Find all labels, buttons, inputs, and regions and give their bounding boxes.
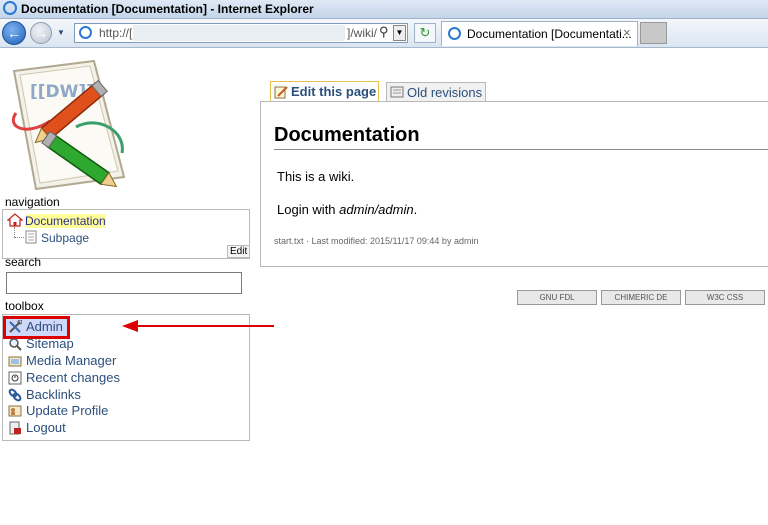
logout-icon [9, 421, 21, 434]
dokuwiki-logo[interactable]: [[DW]] [6, 57, 142, 191]
login-suffix: . [413, 202, 418, 217]
tree-line [14, 227, 16, 237]
title-divider [274, 149, 768, 150]
tab-page-icon [448, 27, 461, 40]
badge-license[interactable]: GNU FDL [517, 290, 597, 305]
nav-item-label: Documentation [25, 214, 106, 228]
page-icon [25, 230, 37, 244]
page-icon [79, 26, 92, 39]
search-heading: search [5, 255, 42, 269]
tool-recent-changes[interactable]: Recent changes [8, 370, 120, 385]
navigation-panel: Documentation Subpage Edit [2, 209, 251, 259]
nav-item-subpage[interactable]: Subpage [25, 230, 89, 245]
tool-label: Admin [26, 319, 63, 334]
tab-title: Documentation [Documentati... [467, 27, 632, 41]
address-bar[interactable]: http://[ ]/wiki/ ⚲ ▼ [74, 23, 408, 43]
login-credentials: admin/admin [339, 202, 414, 217]
toolbox-heading: toolbox [5, 299, 44, 313]
tab-old-revisions[interactable]: Old revisions [386, 82, 486, 102]
tool-logout[interactable]: Logout [8, 420, 66, 435]
nav-item-label: Subpage [41, 231, 90, 245]
recent-changes-icon [8, 371, 22, 384]
tool-label: Logout [26, 420, 66, 435]
navigation-heading: navigation [5, 195, 60, 209]
new-tab-button[interactable] [640, 22, 667, 44]
tab-label: Old revisions [407, 85, 483, 100]
tool-label: Recent changes [26, 370, 120, 385]
magnifier-icon [9, 337, 22, 351]
media-icon [8, 356, 22, 366]
tool-backlinks[interactable]: Backlinks [8, 387, 81, 402]
refresh-button[interactable]: ↻ [414, 23, 436, 43]
page-meta: start.txt · Last modified: 2015/11/17 09… [274, 236, 479, 246]
edit-icon [274, 86, 288, 99]
badge-chimeric[interactable]: CHIMERIC DE [601, 290, 681, 305]
tab-edit-this-page[interactable]: Edit this page [270, 81, 379, 102]
profile-icon [8, 405, 22, 416]
address-dropdown-icon[interactable]: ▼ [393, 25, 406, 41]
search-input[interactable] [6, 272, 242, 294]
tab-label: Edit this page [291, 84, 377, 99]
tools-icon [9, 319, 22, 333]
tool-label: Media Manager [26, 353, 117, 368]
page-content: Documentation This is a wiki. Login with… [260, 101, 768, 267]
window-titlebar: Documentation [Documentation] - Internet… [0, 0, 768, 19]
tool-label: Backlinks [26, 387, 81, 402]
tool-sitemap[interactable]: Sitemap [8, 336, 74, 351]
back-button[interactable]: ← [2, 21, 26, 45]
tool-admin[interactable]: Admin [8, 319, 63, 334]
revisions-icon [390, 86, 404, 98]
tool-media-manager[interactable]: Media Manager [8, 353, 116, 368]
badge-w3c-css[interactable]: W3C CSS [685, 290, 765, 305]
tool-label: Update Profile [26, 403, 109, 418]
tool-update-profile[interactable]: Update Profile [8, 403, 108, 418]
address-prefix: http://[ [99, 26, 133, 40]
home-icon [6, 213, 24, 227]
window-title: Documentation [Documentation] - Internet… [21, 2, 314, 16]
browser-navbar: ← → ▼ http://[ ]/wiki/ ⚲ ▼ ↻ Documentati… [0, 19, 768, 48]
address-redacted [133, 25, 345, 41]
search-icon[interactable]: ⚲ [379, 24, 389, 40]
browser-tab[interactable]: Documentation [Documentati... × [441, 21, 638, 46]
close-tab-icon[interactable]: × [623, 25, 631, 40]
history-dropdown-icon[interactable]: ▼ [57, 28, 67, 38]
login-paragraph: Login with admin/admin. [277, 202, 417, 217]
ie-logo-icon [3, 1, 17, 15]
address-suffix: ]/wiki/ [347, 26, 377, 40]
link-icon [8, 388, 22, 401]
nav-item-documentation[interactable]: Documentation [6, 213, 106, 228]
forward-button[interactable]: → [30, 22, 52, 44]
page-title: Documentation [274, 124, 420, 146]
tree-line [14, 237, 24, 239]
content-paragraph: This is a wiki. [277, 169, 355, 184]
login-prefix: Login with [277, 202, 340, 217]
tool-label: Sitemap [26, 336, 74, 351]
edit-sidebar-button[interactable]: Edit [227, 245, 251, 258]
annotation-arrow [122, 320, 274, 332]
